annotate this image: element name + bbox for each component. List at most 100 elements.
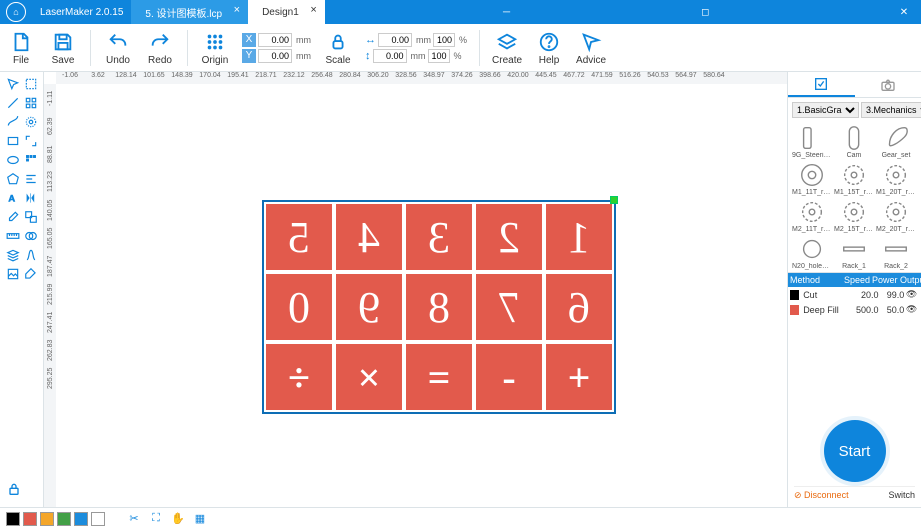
library-item[interactable]: Gear_set bbox=[876, 124, 916, 159]
library-item[interactable]: N20_hole_p... bbox=[792, 235, 832, 270]
tab-template[interactable]: 5. 设计图模板.lcp × bbox=[131, 0, 248, 24]
combine-icon[interactable] bbox=[23, 228, 39, 244]
create-button[interactable]: Create bbox=[492, 30, 522, 66]
array-icon[interactable] bbox=[23, 152, 39, 168]
layers-icon[interactable] bbox=[5, 247, 21, 263]
line-icon[interactable] bbox=[5, 95, 21, 111]
tile[interactable]: 4 bbox=[336, 204, 402, 270]
color-swatch[interactable] bbox=[57, 512, 71, 526]
library-item[interactable]: M1_11T_rou... bbox=[792, 161, 832, 196]
help-button[interactable]: Help bbox=[534, 30, 564, 66]
tile[interactable]: 6 bbox=[546, 274, 612, 340]
zoom-fit-icon[interactable]: ⛶ bbox=[147, 510, 165, 528]
tab-design1[interactable]: Design1 × bbox=[248, 0, 325, 24]
number-grid[interactable]: 54321 09876 ÷×=-+ bbox=[262, 200, 616, 414]
align-icon[interactable] bbox=[23, 171, 39, 187]
scale-button[interactable]: Scale bbox=[323, 30, 353, 66]
xy-coords: Xmm Ymm bbox=[242, 33, 311, 63]
maximize-button[interactable]: ◻ bbox=[688, 0, 722, 24]
library-item[interactable]: Cam bbox=[834, 124, 874, 159]
tile[interactable]: + bbox=[546, 344, 612, 410]
tile[interactable]: 7 bbox=[476, 274, 542, 340]
start-button[interactable]: Start bbox=[824, 420, 886, 482]
tile[interactable]: 8 bbox=[406, 274, 472, 340]
canvas-area[interactable]: -1.063.62128.14101.65148.39170.04195.412… bbox=[44, 72, 787, 507]
category-1-select[interactable]: 1.BasicGra bbox=[792, 102, 859, 118]
minimize-button[interactable]: ─ bbox=[490, 0, 524, 24]
layer-row[interactable]: Deep Fill500.050.0👁 bbox=[788, 302, 921, 317]
x-input[interactable] bbox=[258, 33, 292, 47]
rect-icon[interactable] bbox=[5, 133, 21, 149]
crop-icon[interactable]: ✂ bbox=[125, 510, 143, 528]
library-grid: 9G_Steering...CamGear_setM1_11T_rou...M1… bbox=[788, 122, 921, 272]
grid-icon[interactable] bbox=[23, 95, 39, 111]
text-icon[interactable]: A bbox=[5, 190, 21, 206]
library-item[interactable]: M1_15T_rou... bbox=[834, 161, 874, 196]
tile[interactable]: 9 bbox=[336, 274, 402, 340]
ellipse-icon[interactable] bbox=[5, 152, 21, 168]
color-swatch[interactable] bbox=[23, 512, 37, 526]
library-item[interactable]: Rack_1 bbox=[834, 235, 874, 270]
file-button[interactable]: File bbox=[6, 30, 36, 66]
library-item[interactable]: Rack_2 bbox=[876, 235, 916, 270]
tile[interactable]: 5 bbox=[266, 204, 332, 270]
eraser-icon[interactable] bbox=[5, 209, 21, 225]
marquee-icon[interactable] bbox=[23, 76, 39, 92]
tile[interactable]: × bbox=[336, 344, 402, 410]
color-swatch[interactable] bbox=[6, 512, 20, 526]
tile[interactable]: 0 bbox=[266, 274, 332, 340]
camera-tab[interactable] bbox=[855, 72, 921, 97]
close-icon[interactable]: × bbox=[310, 4, 316, 16]
tile[interactable]: ÷ bbox=[266, 344, 332, 410]
category-2-select[interactable]: 3.Mechanics bbox=[861, 102, 921, 118]
layer-row[interactable]: Cut20.099.0👁 bbox=[788, 287, 921, 302]
color-swatch[interactable] bbox=[91, 512, 105, 526]
library-item[interactable]: M2_15T_rou... bbox=[834, 198, 874, 233]
tab-label: 5. 设计图模板.lcp bbox=[145, 5, 222, 20]
group-icon[interactable] bbox=[23, 209, 39, 225]
close-button[interactable]: ✕ bbox=[887, 0, 921, 24]
w-input[interactable] bbox=[378, 33, 412, 47]
ruler-icon[interactable] bbox=[5, 228, 21, 244]
tile[interactable]: = bbox=[406, 344, 472, 410]
tile[interactable]: - bbox=[476, 344, 542, 410]
library-tab[interactable] bbox=[788, 72, 855, 97]
library-item[interactable]: M1_20T_rou... bbox=[876, 161, 916, 196]
select-icon[interactable] bbox=[5, 76, 21, 92]
hp-input[interactable] bbox=[428, 49, 450, 63]
disconnect-button[interactable]: ⊘ Disconnect bbox=[794, 490, 849, 501]
mirror-icon[interactable] bbox=[23, 190, 39, 206]
polygon-icon[interactable] bbox=[5, 171, 21, 187]
hand-icon[interactable]: ✋ bbox=[169, 510, 187, 528]
tile[interactable]: 2 bbox=[476, 204, 542, 270]
trace-icon[interactable] bbox=[23, 247, 39, 263]
tile[interactable]: 3 bbox=[406, 204, 472, 270]
redo-button[interactable]: Redo bbox=[145, 30, 175, 66]
selection-handle[interactable] bbox=[610, 196, 618, 204]
y-input[interactable] bbox=[258, 49, 292, 63]
close-icon[interactable]: × bbox=[234, 4, 240, 16]
undo-button[interactable]: Undo bbox=[103, 30, 133, 66]
library-item[interactable]: M2_11T_rou... bbox=[792, 198, 832, 233]
save-icon bbox=[51, 30, 75, 54]
origin-button[interactable]: Origin bbox=[200, 30, 230, 66]
save-button[interactable]: Save bbox=[48, 30, 78, 66]
expand-icon[interactable] bbox=[23, 133, 39, 149]
color-swatch[interactable] bbox=[74, 512, 88, 526]
advice-button[interactable]: Advice bbox=[576, 30, 606, 66]
library-item[interactable]: M2_20T_rou... bbox=[876, 198, 916, 233]
image-icon[interactable] bbox=[5, 266, 21, 282]
wp-input[interactable] bbox=[433, 33, 455, 47]
lock-icon[interactable] bbox=[6, 481, 22, 497]
h-input[interactable] bbox=[373, 49, 407, 63]
redo-icon bbox=[148, 30, 172, 54]
target-icon[interactable] bbox=[23, 114, 39, 130]
curve-icon[interactable] bbox=[5, 114, 21, 130]
pen-icon[interactable] bbox=[23, 266, 39, 282]
undo-icon bbox=[106, 30, 130, 54]
color-swatch[interactable] bbox=[40, 512, 54, 526]
grid-toggle-icon[interactable]: ▦ bbox=[191, 510, 209, 528]
switch-button[interactable]: Switch bbox=[888, 490, 915, 501]
library-item[interactable]: 9G_Steering... bbox=[792, 124, 832, 159]
tile[interactable]: 1 bbox=[546, 204, 612, 270]
